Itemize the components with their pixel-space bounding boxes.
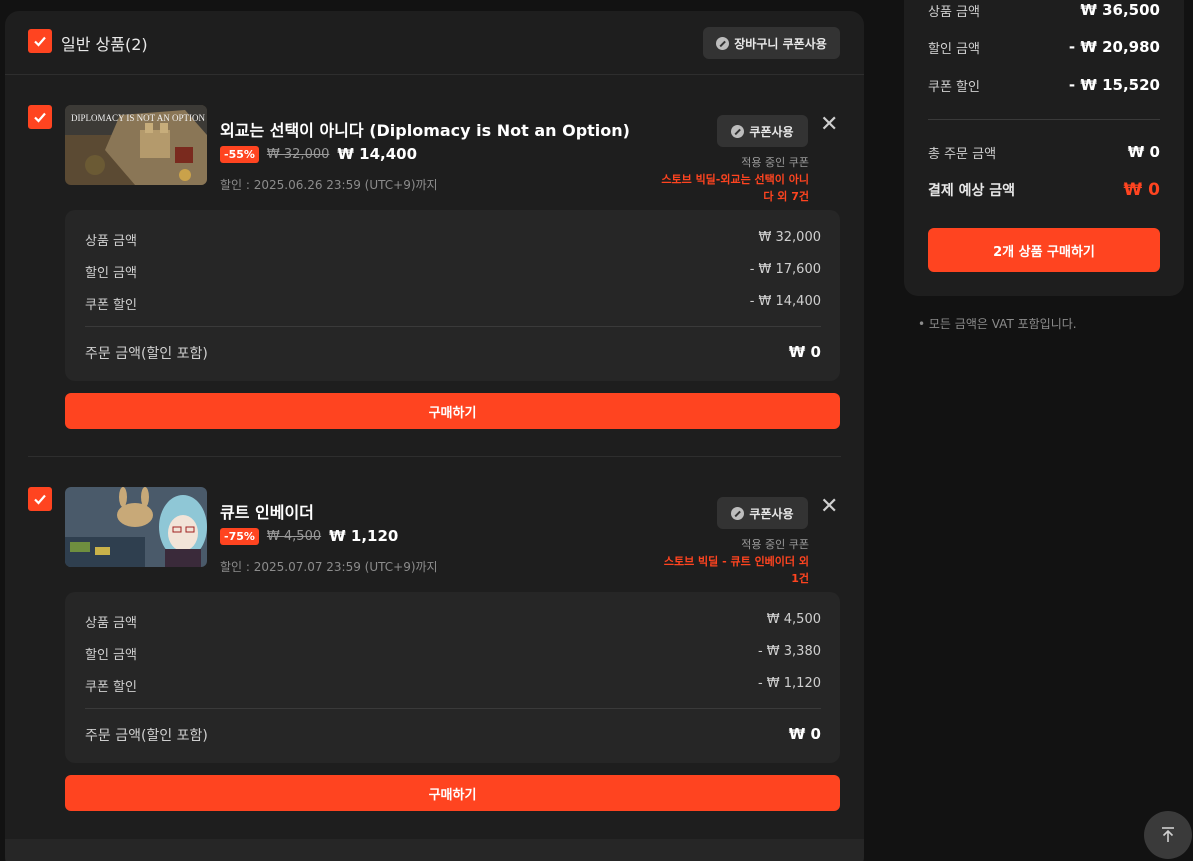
cart-panel: 일반 상품(2) 장바구니 쿠폰사용 DIPLOMACY IS NOT AN O… (5, 11, 864, 861)
cart-coupon-button[interactable]: 장바구니 쿠폰사용 (703, 27, 840, 59)
side-value: - ₩ 15,520 (1068, 76, 1160, 94)
summary-label: 주문 금액(할인 포함) (85, 346, 208, 362)
item-checkbox[interactable] (28, 487, 52, 511)
summary-total-row: 주문 금액(할인 포함) ₩ 0 (85, 343, 821, 363)
side-value: ₩ 36,500 (1080, 1, 1160, 19)
summary-coupon-row: 쿠폰 할인 - ₩ 1,120 (85, 676, 821, 695)
side-label: 총 주문 금액 (928, 147, 997, 162)
game-thumbnail[interactable]: DIPLOMACY IS NOT AN OPTION (65, 105, 207, 185)
side-product-row: 상품 금액 ₩ 36,500 (928, 1, 1160, 20)
summary-value: ₩ 0 (788, 343, 821, 361)
buy-button[interactable]: 구매하기 (65, 775, 840, 811)
vat-note: • 모든 금액은 VAT 포함입니다. (918, 317, 1077, 331)
item-title[interactable]: 큐트 인베이더 (220, 499, 314, 523)
item-coupon-label: 쿠폰사용 (749, 124, 794, 139)
cart-coupon-label: 장바구니 쿠폰사용 (734, 36, 827, 51)
applied-coupon: 적용 중인 쿠폰 스토브 빅딜-외교는 선택이 아니다 외 7건 (659, 154, 809, 205)
item-divider (28, 456, 841, 457)
side-label: 할인 금액 (928, 42, 980, 57)
arrow-up-icon (1162, 827, 1174, 842)
item-coupon-button[interactable]: 쿠폰사용 (717, 115, 808, 147)
side-value: ₩ 0 (1123, 180, 1161, 200)
summary-value: ₩ 32,000 (758, 230, 821, 245)
side-label: 상품 금액 (928, 5, 980, 20)
summary-value: - ₩ 3,380 (757, 644, 821, 659)
close-icon[interactable]: ✕ (820, 114, 838, 136)
order-summary-panel: 상품 금액 ₩ 36,500 할인 금액 - ₩ 20,980 쿠폰 할인 - … (904, 0, 1184, 296)
side-label: 결제 예상 금액 (928, 183, 1016, 199)
side-value: ₩ 0 (1127, 143, 1160, 161)
summary-value: ₩ 4,500 (766, 612, 821, 627)
summary-discount-row: 할인 금액 - ₩ 17,600 (85, 262, 821, 281)
applied-coupon-label: 적용 중인 쿠폰 (741, 538, 809, 551)
item-summary: 상품 금액 ₩ 32,000 할인 금액 - ₩ 17,600 쿠폰 할인 - … (65, 210, 840, 381)
price-row: -75% ₩ 4,500 ₩ 1,120 (220, 527, 398, 545)
summary-value: - ₩ 14,400 (749, 294, 821, 309)
cart-title: 일반 상품(2) (61, 35, 148, 54)
summary-label: 할인 금액 (85, 648, 137, 663)
summary-value: ₩ 0 (788, 725, 821, 743)
summary-value: - ₩ 1,120 (757, 676, 821, 691)
applied-coupon: 적용 중인 쿠폰 스토브 빅딜 - 큐트 인베이더 외 1건 (659, 536, 809, 587)
summary-label: 상품 금액 (85, 234, 137, 249)
side-value: - ₩ 20,980 (1068, 38, 1160, 56)
summary-label: 할인 금액 (85, 266, 137, 281)
original-price: ₩ 4,500 (266, 528, 322, 544)
side-total-row: 총 주문 금액 ₩ 0 (928, 143, 1160, 162)
cart-header: 일반 상품(2) 장바구니 쿠폰사용 (5, 11, 864, 75)
summary-product-row: 상품 금액 ₩ 4,500 (85, 612, 821, 631)
close-icon[interactable]: ✕ (820, 496, 838, 518)
summary-label: 상품 금액 (85, 616, 137, 631)
discount-until: 할인 : 2025.07.07 23:59 (UTC+9)까지 (220, 560, 438, 574)
applied-coupon-name: 스토브 빅딜 - 큐트 인베이더 외 1건 (663, 555, 809, 585)
divider (85, 708, 821, 709)
summary-product-row: 상품 금액 ₩ 32,000 (85, 230, 821, 249)
summary-value: - ₩ 17,600 (749, 262, 821, 277)
check-icon (34, 112, 46, 123)
discount-until: 할인 : 2025.06.26 23:59 (UTC+9)까지 (220, 178, 438, 192)
summary-label: 주문 금액(할인 포함) (85, 728, 208, 744)
discount-badge: -55% (220, 145, 259, 163)
coupon-icon (731, 506, 745, 520)
side-label: 쿠폰 할인 (928, 80, 980, 95)
cart-footer (5, 839, 864, 861)
final-price: ₩ 14,400 (337, 145, 418, 163)
cart-page: 일반 상품(2) 장바구니 쿠폰사용 DIPLOMACY IS NOT AN O… (0, 0, 1193, 861)
buy-all-button[interactable]: 2개 상품 구매하기 (928, 228, 1160, 272)
original-price: ₩ 32,000 (266, 146, 330, 162)
summary-label: 쿠폰 할인 (85, 298, 137, 313)
item-coupon-button[interactable]: 쿠폰사용 (717, 497, 808, 529)
scroll-top-button[interactable] (1144, 811, 1192, 859)
coupon-icon (731, 124, 745, 138)
divider (928, 119, 1160, 120)
select-all-checkbox[interactable] (28, 29, 52, 53)
coupon-icon (716, 36, 730, 50)
final-price: ₩ 1,120 (329, 527, 399, 545)
item-summary: 상품 금액 ₩ 4,500 할인 금액 - ₩ 3,380 쿠폰 할인 - ₩ … (65, 592, 840, 763)
game-thumbnail[interactable] (65, 487, 207, 567)
side-expected-row: 결제 예상 금액 ₩ 0 (928, 180, 1160, 200)
price-row: -55% ₩ 32,000 ₩ 14,400 (220, 145, 417, 163)
check-icon (34, 36, 46, 47)
check-icon (34, 494, 46, 505)
summary-coupon-row: 쿠폰 할인 - ₩ 14,400 (85, 294, 821, 313)
item-coupon-label: 쿠폰사용 (749, 506, 794, 521)
item-checkbox[interactable] (28, 105, 52, 129)
summary-label: 쿠폰 할인 (85, 680, 137, 695)
summary-total-row: 주문 금액(할인 포함) ₩ 0 (85, 725, 821, 745)
applied-coupon-label: 적용 중인 쿠폰 (741, 156, 809, 169)
side-discount-row: 할인 금액 - ₩ 20,980 (928, 38, 1160, 57)
thumb-logo: DIPLOMACY IS NOT AN OPTION (71, 113, 206, 123)
applied-coupon-name: 스토브 빅딜-외교는 선택이 아니다 외 7건 (661, 173, 809, 203)
discount-badge: -75% (220, 527, 259, 545)
side-coupon-row: 쿠폰 할인 - ₩ 15,520 (928, 76, 1160, 95)
buy-button[interactable]: 구매하기 (65, 393, 840, 429)
item-title[interactable]: 외교는 선택이 아니다 (Diplomacy is Not an Option) (220, 117, 630, 141)
summary-discount-row: 할인 금액 - ₩ 3,380 (85, 644, 821, 663)
divider (85, 326, 821, 327)
